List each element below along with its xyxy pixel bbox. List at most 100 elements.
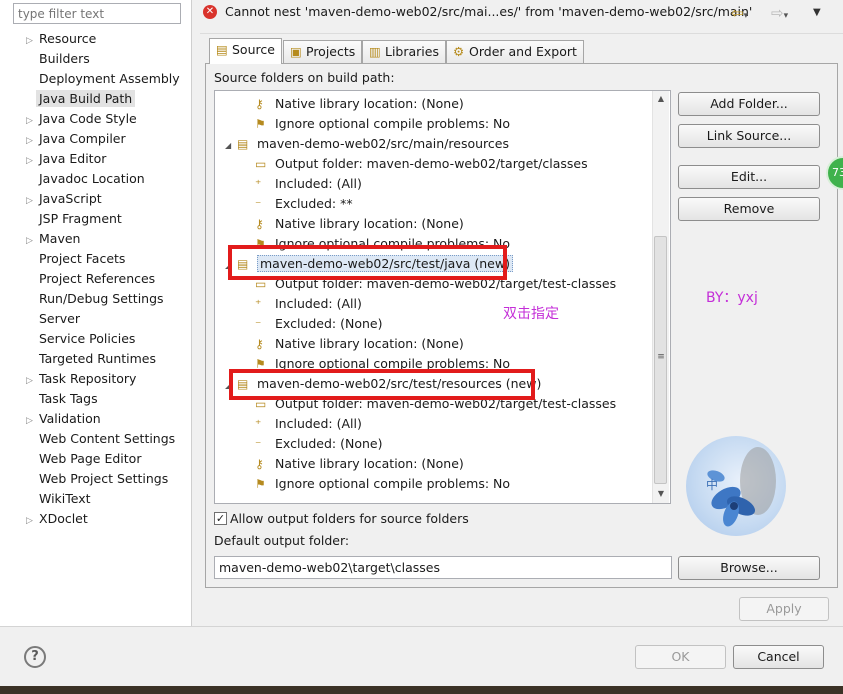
included-icon: ⁺ — [255, 177, 262, 191]
nav-item[interactable]: JSP Fragment — [26, 209, 122, 229]
nav-item[interactable]: ▷ Maven — [26, 229, 80, 249]
help-icon[interactable]: ? — [24, 646, 46, 668]
source-folder-attribute[interactable]: ⁺ Included: (All) — [255, 294, 362, 314]
tree-row-text: Included: (All) — [275, 416, 362, 431]
nav-item[interactable]: Deployment Assembly — [26, 69, 180, 89]
source-folder-attribute[interactable]: ⁺ Included: (All) — [255, 414, 362, 434]
nav-item[interactable]: Service Policies — [26, 329, 135, 349]
tree-row-text: Ignore optional compile problems: No — [275, 116, 511, 131]
apply-button[interactable]: Apply — [739, 597, 829, 621]
source-folder-attribute[interactable]: ⚷ Native library location: (None) — [255, 94, 464, 114]
allow-output-folders-label: Allow output folders for source folders — [230, 511, 469, 526]
nav-item[interactable]: Server — [26, 309, 80, 329]
source-folder-tree[interactable]: ⚷ Native library location: (None) ⚑ Ignore … — [214, 90, 671, 504]
scroll-down-icon[interactable]: ▼ — [655, 489, 667, 498]
expand-arrow-icon[interactable]: ▷ — [26, 131, 39, 151]
expand-arrow-icon[interactable]: ▷ — [26, 31, 39, 51]
source-folder-attribute[interactable]: ⁺ Included: (All) — [255, 174, 362, 194]
source-folder-attribute[interactable]: ⚷ Native library location: (None) — [255, 214, 464, 234]
nav-item[interactable]: Run/Debug Settings — [26, 289, 164, 309]
browse-button[interactable]: Browse... — [678, 556, 820, 580]
expand-arrow-icon[interactable]: ▷ — [26, 411, 39, 431]
tree-row-text: Native library location: (None) — [275, 336, 464, 351]
nav-item-label: Builders — [39, 51, 90, 66]
allow-output-folders-checkbox[interactable]: ✓ — [214, 512, 227, 525]
nav-item-label: XDoclet — [39, 511, 88, 526]
expand-arrow-icon[interactable]: ▷ — [26, 231, 39, 251]
included-icon: ⁺ — [255, 417, 262, 431]
nav-item[interactable]: ▷ Resource — [26, 29, 96, 49]
tree-row-text: Native library location: (None) — [275, 456, 464, 471]
source-folder-attribute[interactable]: ⚑ Ignore optional compile problems: No — [255, 114, 510, 134]
link-source-button[interactable]: Link Source... — [678, 124, 820, 148]
nav-item-label: Deployment Assembly — [39, 71, 180, 86]
nav-item[interactable]: Task Tags — [26, 389, 98, 409]
expand-arrow-icon[interactable]: ▷ — [26, 371, 39, 391]
tree-row-text: Ignore optional compile problems: No — [275, 476, 511, 491]
tab-libraries[interactable]: ▥ Libraries — [362, 40, 446, 63]
scroll-up-icon[interactable]: ▲ — [655, 94, 667, 103]
nav-item[interactable]: ▷ Validation — [26, 409, 101, 429]
excluded-icon: ⁻ — [255, 437, 262, 451]
tab-projects[interactable]: ▣ Projects — [283, 40, 363, 63]
native-library-icon: ⚷ — [255, 97, 264, 111]
nav-item-label: Run/Debug Settings — [39, 291, 164, 306]
tab-order-and-export[interactable]: ⚙ Order and Export — [446, 40, 584, 63]
scroll-grip-icon: ≡ — [657, 352, 665, 362]
add-folder-button[interactable]: Add Folder... — [678, 92, 820, 116]
native-library-icon: ⚷ — [255, 457, 264, 471]
tree-row-text: Native library location: (None) — [275, 216, 464, 231]
nav-item[interactable]: Project References — [26, 269, 155, 289]
source-folder-attribute[interactable]: ⁻ Excluded: (None) — [255, 434, 382, 454]
nav-item[interactable]: Web Content Settings — [26, 429, 175, 449]
source-folder-attribute[interactable]: ⚑ Ignore optional compile problems: No — [255, 474, 510, 494]
nav-item[interactable]: Web Page Editor — [26, 449, 141, 469]
nav-item[interactable]: Builders — [26, 49, 90, 69]
nav-item[interactable]: ▷ Task Repository — [26, 369, 136, 389]
nav-item[interactable]: ▷ JavaScript — [26, 189, 102, 209]
nav-item-label: Resource — [39, 31, 97, 46]
nav-item-label: Web Page Editor — [39, 451, 142, 466]
cancel-button[interactable]: Cancel — [733, 645, 824, 669]
view-menu-icon[interactable]: ▼ — [813, 3, 821, 23]
nav-item[interactable]: ▷ Java Code Style — [26, 109, 137, 129]
nav-item[interactable]: Web Project Settings — [26, 469, 168, 489]
forward-icon: ⇨▾ — [771, 4, 789, 22]
source-folder-attribute[interactable]: ▭ Output folder: maven-demo-web02/target/… — [255, 154, 588, 174]
collapse-toggle-icon[interactable]: ◢ — [225, 136, 237, 156]
flower-icon — [707, 447, 776, 527]
nav-item[interactable]: WikiText — [26, 489, 91, 509]
default-output-folder-input[interactable] — [214, 556, 672, 579]
order-export-icon: ⚙ — [453, 44, 465, 59]
tab-source[interactable]: ▤ Source — [209, 38, 282, 64]
tree-row-text: Included: (All) — [275, 176, 362, 191]
nav-item[interactable]: ▷ Java Editor — [26, 149, 106, 169]
expand-arrow-icon[interactable]: ▷ — [26, 511, 39, 531]
ignore-problems-icon: ⚑ — [255, 477, 266, 491]
nav-item[interactable]: Project Facets — [26, 249, 125, 269]
back-icon[interactable]: ⇦▾ — [731, 3, 748, 23]
expand-arrow-icon[interactable]: ▷ — [26, 111, 39, 131]
nav-item[interactable]: ▷ XDoclet — [26, 509, 88, 529]
nav-item[interactable]: Java Build Path — [26, 89, 136, 109]
source-folder-attribute[interactable]: ⁻ Excluded: (None) — [255, 314, 382, 334]
nav-item-label: Project References — [39, 271, 156, 286]
nav-item[interactable]: ▷ Java Compiler — [26, 129, 126, 149]
remove-button[interactable]: Remove — [678, 197, 820, 221]
nav-item-label: Java Compiler — [39, 131, 126, 146]
expand-arrow-icon[interactable]: ▷ — [26, 191, 39, 211]
tree-row-text: Output folder: maven-demo-web02/target/c… — [275, 156, 588, 171]
filter-input[interactable] — [13, 3, 181, 24]
nav-item[interactable]: Targeted Runtimes — [26, 349, 156, 369]
package-folder-icon: ▤ — [237, 137, 249, 151]
source-folder-attribute[interactable]: ⚷ Native library location: (None) — [255, 334, 464, 354]
nav-item-label: Javadoc Location — [39, 171, 145, 186]
source-folder-attribute[interactable]: ⚷ Native library location: (None) — [255, 454, 464, 474]
source-folder-attribute[interactable]: ⁻ Excluded: ** — [255, 194, 353, 214]
expand-arrow-icon[interactable]: ▷ — [26, 151, 39, 171]
source-folder-item[interactable]: ◢ ▤ maven-demo-web02/src/main/resources — [225, 134, 509, 154]
edit-button[interactable]: Edit... — [678, 165, 820, 189]
nav-item[interactable]: Javadoc Location — [26, 169, 145, 189]
source-folder-icon: ▤ — [216, 42, 228, 57]
ok-button[interactable]: OK — [635, 645, 726, 669]
